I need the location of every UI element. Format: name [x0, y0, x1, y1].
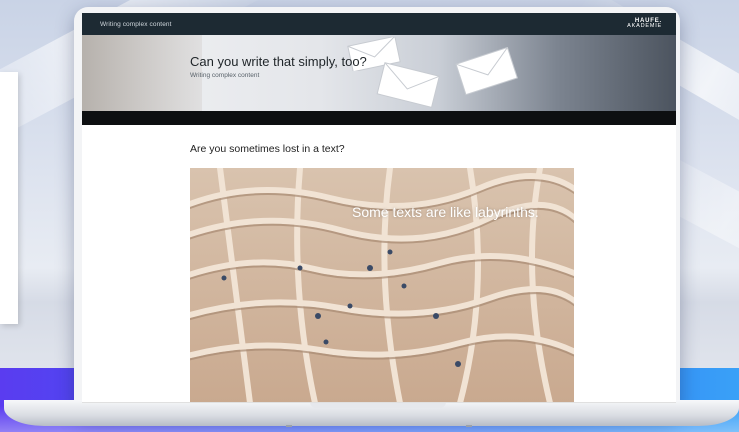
laptop-foot [466, 425, 472, 427]
screen-edge [82, 402, 676, 403]
laptop-screen: Writing complex content HAUFE. AKADEMIE [82, 13, 676, 403]
envelope-icon [376, 62, 440, 108]
envelope-icon [455, 47, 518, 96]
page-subtitle: Writing complex content [190, 72, 260, 79]
laptop-foot [286, 425, 292, 427]
side-card [0, 72, 18, 324]
page-title: Can you write that simply, too? [190, 54, 367, 69]
company-logo: HAUFE. AKADEMIE [627, 18, 662, 30]
hero-banner: Can you write that simply, too? Writing … [82, 35, 676, 111]
course-topbar: Writing complex content HAUFE. AKADEMIE [82, 13, 676, 35]
presentation-stage: Writing complex content HAUFE. AKADEMIE [0, 0, 739, 432]
window-title: Writing complex content [100, 20, 172, 28]
labyrinth-image: Some texts are like labyrinths. [190, 168, 574, 403]
section-heading: Are you sometimes lost in a text? [190, 143, 345, 155]
image-caption: Some texts are like labyrinths. [352, 204, 539, 220]
hero-divider [82, 111, 676, 125]
logo-bottom: AKADEMIE [627, 23, 662, 29]
